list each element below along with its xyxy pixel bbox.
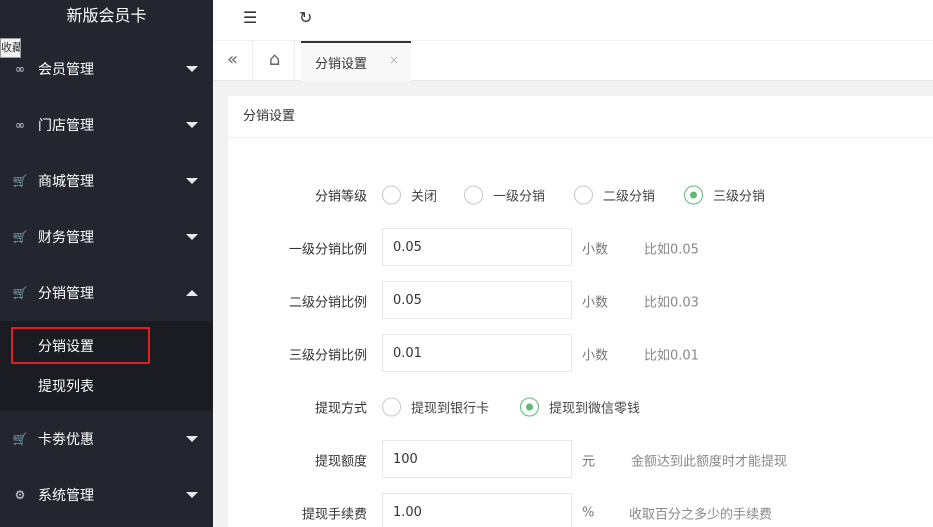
sidebar-item-label: 门店管理 xyxy=(38,118,94,134)
radio-circle-checked xyxy=(520,397,539,417)
field-label: 一级分销比例 xyxy=(288,242,367,258)
chevron-down-icon xyxy=(186,492,198,498)
hint-text: 金额达到此额度时才能提现 xyxy=(631,454,788,470)
hint-text: 比如0.03 xyxy=(644,295,699,311)
unit-label: % xyxy=(582,505,595,521)
sidebar-item-mall[interactable]: 🛒 商城管理 xyxy=(0,153,213,209)
field-label: 提现手续费 xyxy=(301,507,367,523)
collapse-tabs-icon[interactable]: « xyxy=(213,41,253,81)
radio-level-off[interactable]: 关闭 xyxy=(382,185,438,205)
field-label: 三级分销比例 xyxy=(288,348,367,364)
hint-text: 比如0.05 xyxy=(644,242,699,258)
field-label: 分销等级 xyxy=(314,189,367,205)
withdraw-amount-input[interactable] xyxy=(382,440,572,478)
form-row-ratio2: 二级分销比例 小数 比如0.03 xyxy=(228,281,933,321)
unit-label: 小数 xyxy=(582,348,609,364)
sidebar-item-label: 分销管理 xyxy=(38,286,94,302)
chevron-down-icon xyxy=(186,66,198,72)
radio-circle xyxy=(382,185,401,205)
radio-label: 三级分销 xyxy=(713,189,766,205)
chevron-down-icon xyxy=(186,436,198,442)
ratio3-input[interactable] xyxy=(382,334,572,372)
sidebar-item-label: 财务管理 xyxy=(38,230,94,246)
refresh-icon[interactable]: ↻ xyxy=(299,8,312,27)
sidebar-item-member[interactable]: ∞ 会员管理 xyxy=(0,41,213,97)
sidebar-subitem-label: 分销设置 xyxy=(38,339,94,355)
hint-text: 比如0.01 xyxy=(644,348,699,364)
card-title: 分销设置 xyxy=(228,96,933,138)
radio-withdraw-wechat[interactable]: 提现到微信零钱 xyxy=(520,397,641,417)
radio-circle xyxy=(574,185,593,205)
form-row-ratio1: 一级分销比例 小数 比如0.05 xyxy=(228,228,933,268)
radio-level-3[interactable]: 三级分销 xyxy=(684,185,766,205)
menu-toggle-icon[interactable]: ☰ xyxy=(243,8,257,27)
radio-level-2[interactable]: 二级分销 xyxy=(574,185,656,205)
form-row-withdraw-method: 提现方式 提现到银行卡 提现到微信零钱 xyxy=(228,387,933,427)
chevron-down-icon xyxy=(186,178,198,184)
radio-circle-checked xyxy=(684,185,703,205)
sidebar-item-coupons[interactable]: 🛒 卡劵优惠 xyxy=(0,411,213,467)
sidebar-item-system[interactable]: ⚙ 系统管理 xyxy=(0,467,213,523)
cart-icon: 🛒 xyxy=(12,432,28,446)
link-icon: ∞ xyxy=(15,118,25,132)
form-row-level: 分销等级 关闭 一级分销 二级分销 三级分销 xyxy=(228,175,933,215)
chevron-up-icon xyxy=(186,290,198,296)
form-row-ratio3: 三级分销比例 小数 比如0.01 xyxy=(228,334,933,374)
gear-icon: ⚙ xyxy=(14,488,26,502)
radio-label: 二级分销 xyxy=(603,189,656,205)
sidebar-item-store[interactable]: ∞ 门店管理 xyxy=(0,97,213,153)
radio-circle xyxy=(464,185,483,205)
link-icon: ∞ xyxy=(15,62,25,76)
field-label: 提现方式 xyxy=(314,401,367,417)
chevron-down-icon xyxy=(186,122,198,128)
close-icon[interactable]: × xyxy=(389,53,399,67)
unit-label: 小数 xyxy=(582,295,609,311)
unit-label: 小数 xyxy=(582,242,609,258)
settings-card: 分销设置 分销等级 关闭 一级分销 二级分销 三级分销 一级分销比例 小数 比如… xyxy=(228,96,933,527)
sidebar-item-label: 系统管理 xyxy=(38,488,94,504)
cart-icon: 🛒 xyxy=(12,174,28,188)
cart-icon: 🛒 xyxy=(12,230,28,244)
form-row-withdraw-amount: 提现额度 元 金额达到此额度时才能提现 xyxy=(228,440,933,480)
sidebar-subitem-label: 提现列表 xyxy=(38,379,94,395)
sidebar-subitem-withdraw-list[interactable]: 提现列表 xyxy=(0,366,213,406)
home-icon[interactable]: ⌂ xyxy=(255,41,295,81)
sidebar-subitem-distribution-settings[interactable]: 分销设置 xyxy=(0,326,213,366)
distribution-submenu: 分销设置 提现列表 xyxy=(0,321,213,411)
ratio2-input[interactable] xyxy=(382,281,572,319)
radio-level-1[interactable]: 一级分销 xyxy=(464,185,546,205)
radio-label: 一级分销 xyxy=(493,189,546,205)
ratio1-input[interactable] xyxy=(382,228,572,266)
unit-label: 元 xyxy=(582,454,596,470)
tab-bar: « ⌂ 分销设置 × xyxy=(213,41,933,81)
sidebar-item-finance[interactable]: 🛒 财务管理 xyxy=(0,209,213,265)
field-label: 提现额度 xyxy=(314,454,367,470)
withdraw-fee-input[interactable] xyxy=(382,493,572,527)
top-bar: ☰ ↻ xyxy=(213,0,933,41)
radio-circle xyxy=(382,397,401,417)
sidebar-item-label: 会员管理 xyxy=(38,62,94,78)
sidebar-item-label: 商城管理 xyxy=(38,174,94,190)
field-label: 二级分销比例 xyxy=(288,295,367,311)
radio-label: 提现到微信零钱 xyxy=(549,401,641,417)
sidebar: 新版会员卡 收藏 ∞ 会员管理 ∞ 门店管理 🛒 商城管理 🛒 财务管理 🛒 分… xyxy=(0,0,213,527)
radio-withdraw-bank[interactable]: 提现到银行卡 xyxy=(382,397,490,417)
chevron-down-icon xyxy=(186,234,198,240)
hint-text: 收取百分之多少的手续费 xyxy=(629,507,773,523)
radio-label: 提现到银行卡 xyxy=(411,401,490,417)
cart-icon: 🛒 xyxy=(12,286,28,300)
sidebar-item-label: 卡劵优惠 xyxy=(38,432,94,448)
sidebar-item-distribution[interactable]: 🛒 分销管理 xyxy=(0,265,213,321)
tab-label: 分销设置 xyxy=(315,57,368,72)
radio-label: 关闭 xyxy=(411,189,438,205)
tab-distribution-settings[interactable]: 分销设置 × xyxy=(301,41,411,81)
brand-title: 新版会员卡 xyxy=(66,6,147,25)
form-row-withdraw-fee: 提现手续费 % 收取百分之多少的手续费 xyxy=(228,493,933,527)
